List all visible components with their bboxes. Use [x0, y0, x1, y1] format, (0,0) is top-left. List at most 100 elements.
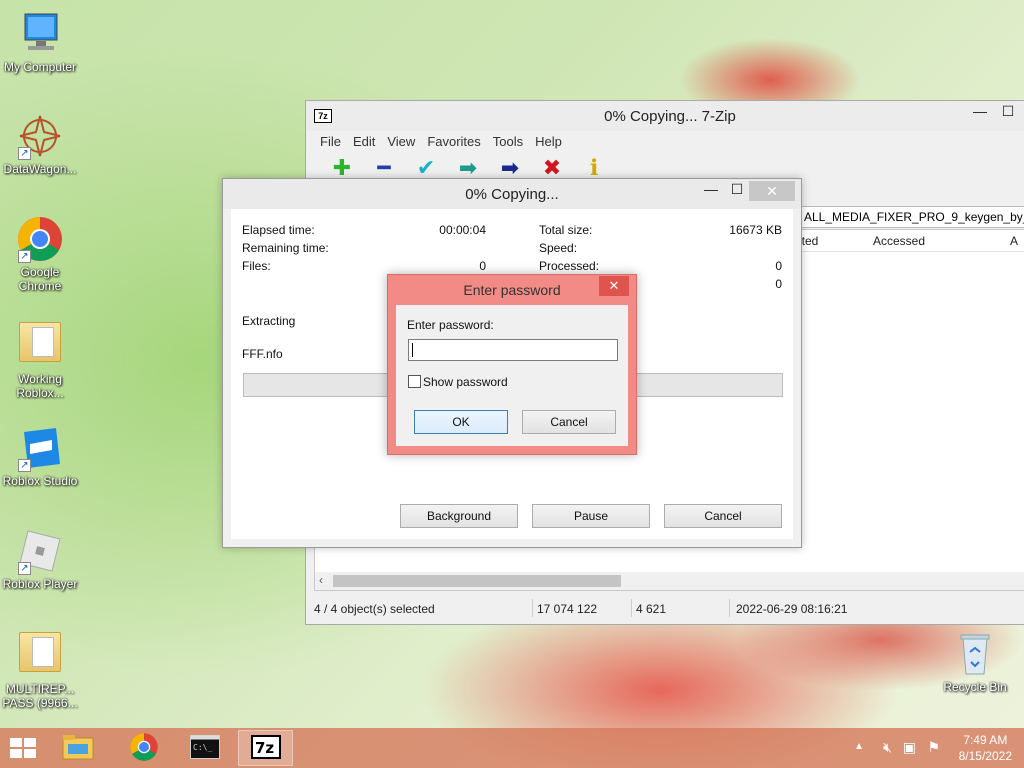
menu-edit[interactable]: Edit	[347, 131, 381, 153]
volume-muted-icon[interactable]: 🔇︎	[883, 739, 892, 756]
menu-help[interactable]: Help	[529, 131, 568, 153]
recycle-bin-icon	[951, 630, 999, 678]
desktop-icon-label: My Computer	[3, 60, 77, 74]
show-hidden-icons-icon[interactable]: ▲	[854, 741, 864, 752]
folder-icon	[16, 322, 64, 370]
desktop-icon-multirep-pass[interactable]: MULTIREP... PASS (9966...	[0, 628, 80, 710]
command-prompt-icon: C:\_	[189, 734, 220, 762]
close-icon: ✕	[766, 183, 778, 199]
maximize-button[interactable]: ☐	[994, 103, 1022, 120]
elapsed-time-value: 00:00:04	[439, 223, 486, 237]
desktop-icon-datawagon[interactable]: ↗ DataWagon...	[0, 112, 80, 176]
operation-label: Extracting	[242, 314, 296, 328]
desktop-icon-label: DataWagon...	[3, 162, 77, 176]
cancel-button[interactable]: Cancel	[522, 410, 616, 434]
close-icon: ✕	[608, 278, 620, 293]
pause-button[interactable]: Pause	[532, 504, 650, 528]
chrome-icon: ↗	[16, 215, 64, 263]
computer-icon	[16, 10, 64, 58]
taskbar-command-prompt[interactable]: C:\_	[177, 730, 232, 766]
desktop-icon-label: Recycle Bin	[943, 680, 1007, 694]
title-bar[interactable]: 7z 0% Copying... 7-Zip — ☐	[306, 101, 1024, 131]
show-password-label[interactable]: Show password	[423, 375, 508, 389]
ok-button[interactable]: OK	[414, 410, 508, 434]
desktop-icon-roblox-player[interactable]: ↗ Roblox Player	[0, 527, 80, 591]
elapsed-time-label: Elapsed time:	[242, 223, 315, 237]
close-button[interactable]: ✕	[599, 276, 629, 296]
chrome-icon	[129, 732, 159, 765]
scroll-left-icon[interactable]: ‹	[319, 573, 323, 587]
menu-view[interactable]: View	[381, 131, 421, 153]
taskbar-google-chrome[interactable]	[116, 730, 171, 766]
password-input[interactable]	[408, 339, 618, 361]
desktop-icon-label: Roblox Player	[2, 577, 78, 591]
network-icon[interactable]: ▣	[903, 739, 916, 756]
list-header: ated Accessed A	[795, 230, 1024, 252]
7zip-icon: 7z	[250, 734, 281, 762]
scrollbar-thumb[interactable]	[333, 575, 621, 587]
cancel-button[interactable]: Cancel	[664, 504, 782, 528]
remaining-time-label: Remaining time:	[242, 241, 329, 255]
taskbar-7zip[interactable]: 7z	[238, 730, 293, 766]
window-title: 0% Copying... 7-Zip	[604, 108, 736, 125]
status-separator	[532, 599, 533, 617]
desktop-icon-label: Working Roblox...	[16, 372, 64, 400]
background-button[interactable]: Background	[400, 504, 518, 528]
desktop-icon-label: Roblox Studio	[2, 474, 78, 488]
status-separator	[631, 599, 632, 617]
desktop-icon-google-chrome[interactable]: ↗ Google Chrome	[0, 215, 80, 293]
desktop-icon-working-roblox[interactable]: Working Roblox...	[0, 318, 80, 400]
total-size-label: Total size:	[539, 223, 593, 237]
shortcut-arrow-icon: ↗	[18, 562, 31, 575]
taskbar: C:\_ 7z ▲ 🔇︎ ▣ ⚑ 7:49 AM 8/15/2022	[0, 728, 1024, 768]
shortcut-arrow-icon: ↗	[18, 147, 31, 160]
file-explorer-icon	[62, 734, 94, 763]
status-separator	[729, 599, 730, 617]
maximize-button[interactable]: ☐	[723, 181, 751, 198]
taskbar-file-explorer[interactable]	[50, 730, 105, 766]
clock[interactable]: 7:49 AM 8/15/2022	[959, 732, 1012, 764]
password-prompt-label: Enter password:	[407, 318, 494, 332]
status-modified: 2022-06-29 08:16:21	[736, 602, 848, 616]
address-bar[interactable]: ALL_MEDIA_FIXER_PRO_9_keygen_by_FFF.	[801, 206, 1024, 228]
menu-bar: File Edit View Favorites Tools Help	[306, 131, 1024, 153]
svg-text:C:\_: C:\_	[193, 743, 212, 752]
close-button[interactable]: ✕	[749, 181, 795, 201]
column-accessed[interactable]: Accessed	[873, 234, 925, 248]
shortcut-arrow-icon: ↗	[18, 459, 31, 472]
processed-label: Processed:	[539, 259, 600, 273]
roblox-player-icon: ↗	[16, 527, 64, 575]
column-attributes[interactable]: A	[1010, 234, 1018, 248]
minimize-button[interactable]: —	[697, 181, 725, 197]
status-size: 17 074 122	[537, 602, 598, 616]
files-label: Files:	[242, 259, 271, 273]
files-value: 0	[479, 259, 486, 273]
desktop-icon-label: Google Chrome	[18, 265, 62, 293]
dialog-title-bar[interactable]: 0% Copying... — ☐ ✕	[223, 179, 801, 209]
current-file-label: FFF.nfo	[242, 347, 283, 361]
desktop-icon-recycle-bin[interactable]: Recycle Bin	[935, 630, 1015, 694]
desktop-icon-roblox-studio[interactable]: ↗ Roblox Studio	[0, 424, 80, 488]
horizontal-scrollbar[interactable]: ‹	[315, 572, 1024, 590]
svg-text:7z: 7z	[255, 739, 274, 757]
action-center-icon[interactable]: ⚑	[927, 739, 940, 756]
clock-date: 8/15/2022	[958, 749, 1012, 763]
desktop-icon-label: MULTIREP... PASS (9966...	[2, 682, 78, 710]
status-selected: 4 / 4 object(s) selected	[314, 602, 435, 616]
desktop-icon-my-computer[interactable]: My Computer	[0, 10, 80, 74]
status-bar: 4 / 4 object(s) selected 17 074 122 4 62…	[306, 598, 1024, 618]
show-password-checkbox[interactable]	[408, 375, 421, 388]
processed-value: 0	[775, 259, 782, 273]
speed-label: Speed:	[539, 241, 578, 255]
folder-icon	[16, 632, 64, 680]
menu-favorites[interactable]: Favorites	[421, 131, 486, 153]
start-button[interactable]	[10, 738, 36, 758]
status-packed: 4 621	[636, 602, 667, 616]
dialog-body: Enter password: Show password OK Cancel	[396, 305, 628, 446]
total-size-value: 16673 KB	[729, 223, 782, 237]
menu-tools[interactable]: Tools	[487, 131, 529, 153]
minimize-button[interactable]: —	[966, 103, 994, 119]
enter-password-dialog: Enter password ✕ Enter password: Show pa…	[387, 274, 637, 455]
menu-file[interactable]: File	[314, 131, 347, 153]
text-caret	[412, 343, 413, 357]
